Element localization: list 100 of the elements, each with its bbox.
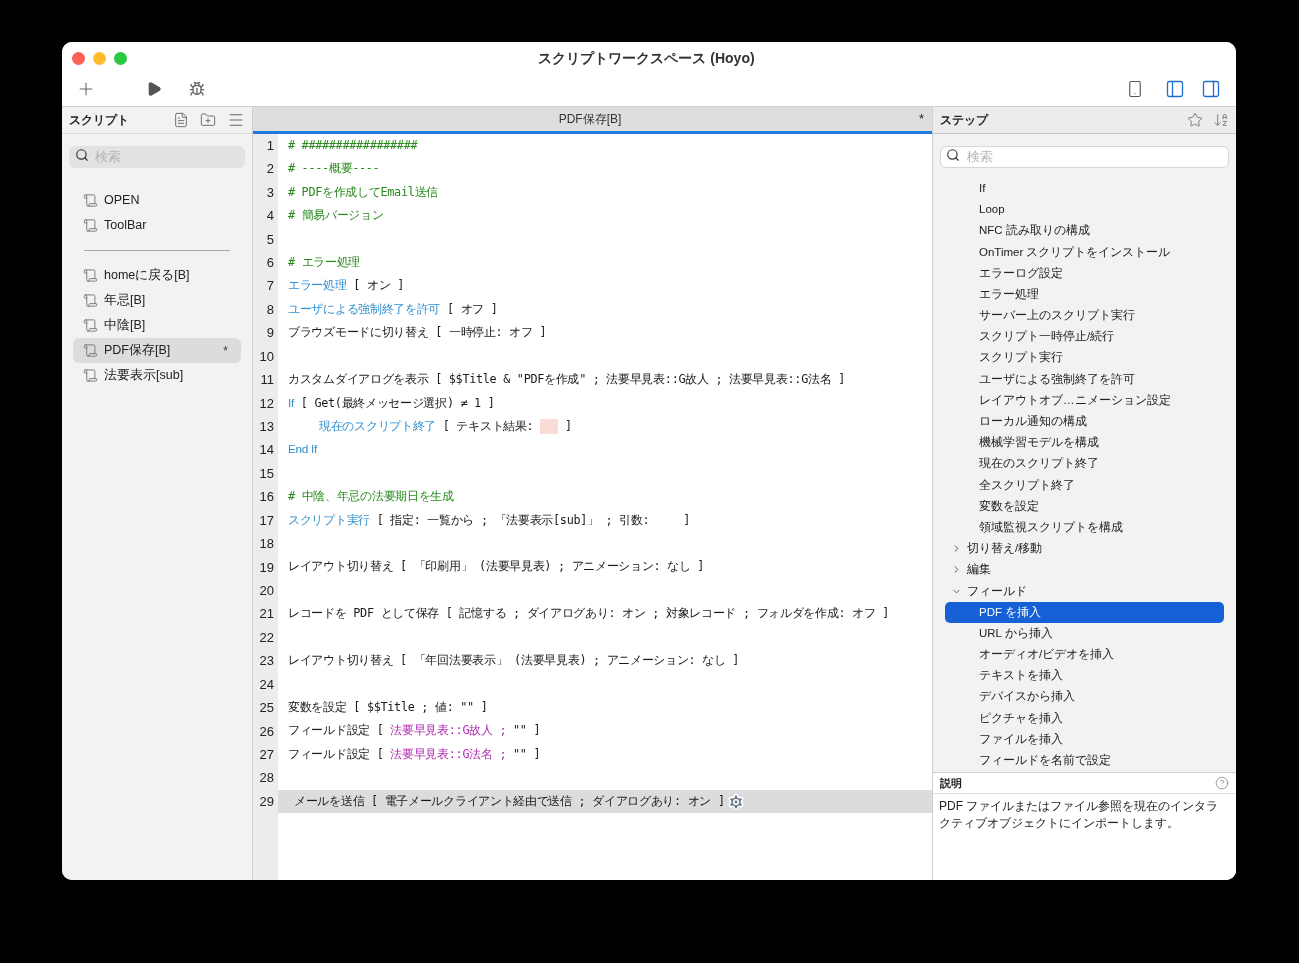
script-item[interactable]: OPEN (73, 188, 241, 213)
search-field[interactable]: 検索 (940, 145, 1229, 168)
line-number: 26 (258, 722, 275, 741)
line-number: 25 (258, 699, 275, 718)
step-item[interactable]: ユーザによる強制終了を許可 (945, 368, 1224, 390)
code-line: 変数を設定 [ $$Title ; 値: "" ] (288, 699, 488, 716)
line-number: 19 (258, 558, 275, 577)
line-number: 5 (265, 230, 275, 249)
step-item[interactable]: スクリプト実行 (945, 347, 1224, 369)
script-icon (83, 268, 98, 283)
step-item[interactable]: エラー処理 (945, 283, 1224, 306)
code-line: レコードを PDF として保存 [ 記憶する ; ダイアログあり: オン ; 対象レコード ; フォルダを作成: オフ ] (288, 605, 890, 623)
script-item[interactable]: 中陰[B] (73, 313, 241, 338)
code-line: # 簡易バージョン (288, 207, 384, 225)
selected-code-row[interactable]: メールを送信 [ 電子メールクライアント経由で送信 ; ダイアログあり: オン ] (278, 789, 932, 814)
menu-icon[interactable] (227, 111, 245, 129)
step-item[interactable]: テキストを挿入 (945, 665, 1224, 687)
step-item[interactable]: ローカル通知の構成 (945, 411, 1224, 433)
step-item[interactable]: URL から挿入 (945, 622, 1224, 645)
script-icon (83, 318, 98, 333)
settings-icon[interactable] (726, 792, 745, 811)
step-item[interactable]: フィールドを名前で設定 (945, 750, 1224, 772)
right-panel-icon[interactable] (1200, 79, 1222, 99)
line-number: 1 (265, 136, 275, 155)
line-number: 17 (258, 511, 275, 530)
editor-tab[interactable]: PDF保存[B] * (253, 107, 932, 134)
step-item[interactable]: スクリプト一時停止/続行 (945, 326, 1224, 348)
script-icon (83, 193, 98, 208)
left-panel-icon[interactable] (1164, 79, 1186, 99)
step-item[interactable]: ファイルを挿入 (945, 728, 1224, 751)
code-line: # PDFを作成してEmail送信 (288, 183, 438, 201)
line-number: 29 (258, 792, 275, 811)
line-number: 22 (258, 628, 275, 647)
code-line: フィールド設定 [ 法要早見表::G故人 ; "" ] (288, 722, 541, 740)
line-number: 21 (258, 605, 275, 624)
script-item[interactable]: 法要表示[sub] (73, 363, 241, 388)
step-group[interactable]: 切り替え/移動 (945, 538, 1224, 560)
step-item[interactable]: ピクチャを挿入 (945, 707, 1224, 729)
step-item[interactable]: 機械学習モデルを構成 (945, 432, 1224, 454)
bug-icon[interactable] (189, 81, 205, 97)
code-line: # 中陰、年忌の法要期日を生成 (288, 488, 454, 506)
search-icon (946, 148, 960, 162)
help-icon[interactable] (1215, 776, 1229, 790)
line-number: 6 (265, 254, 275, 273)
panel-title: ステップ (940, 112, 990, 129)
step-item[interactable]: 変数を設定 (945, 495, 1224, 517)
line-number: 20 (258, 581, 275, 600)
line-number: 28 (258, 769, 275, 788)
script-item[interactable]: ToolBar (73, 213, 241, 238)
script-icon (83, 218, 98, 233)
close-button[interactable] (72, 51, 85, 65)
line-number: 7 (265, 277, 275, 296)
step-item[interactable]: サーバー上のスクリプト実行 (945, 305, 1224, 327)
phone-icon[interactable] (1126, 79, 1144, 99)
step-item[interactable]: 全スクリプト終了 (945, 474, 1224, 496)
script-item[interactable]: 年忌[B] (73, 288, 241, 313)
code-line: レイアウト切り替え [ 「年回法要表示」 (法要早見表) ; アニメーション: なし ] (288, 652, 740, 670)
star-icon[interactable] (1187, 112, 1203, 128)
step-item[interactable]: OnTimer スクリプトをインストール (945, 241, 1224, 263)
script-icon (83, 293, 98, 308)
line-number: 23 (258, 652, 275, 671)
line-number: 18 (258, 535, 275, 554)
step-item[interactable]: PDF を挿入 (945, 601, 1224, 623)
step-item[interactable]: If (945, 178, 1224, 200)
panel-title: スクリプト (69, 112, 130, 129)
code-line: If [ Get(最終メッセージ選択) ≠ 1 ] (288, 394, 495, 412)
step-item[interactable]: レイアウトオブ…ニメーション設定 (945, 389, 1224, 412)
script-icon (83, 368, 98, 383)
folder-add-icon[interactable] (200, 112, 216, 128)
step-item[interactable]: 現在のスクリプト終了 (945, 453, 1224, 475)
script-item[interactable]: PDF保存[B] * (73, 338, 241, 363)
step-group[interactable]: フィールド (945, 580, 1224, 602)
step-item[interactable]: Loop (945, 199, 1224, 221)
code-line: スクリプト実行 [ 指定: 一覧から ; 「法要表示[sub]」 ; 引数: ] (288, 511, 691, 529)
step-item[interactable]: オーディオ/ビデオを挿入 (945, 644, 1224, 666)
minimize-button[interactable] (93, 51, 106, 65)
code-line: フィールド設定 [ 法要早見表::G法名 ; "" ] (288, 745, 541, 763)
line-number: 10 (258, 347, 275, 366)
code-line: メールを送信 [ 電子メールクライアント経由で送信 ; ダイアログあり: オン ] (294, 792, 725, 810)
description-title: 説明 (940, 775, 963, 791)
code-line: # ----概要---- (288, 160, 380, 178)
step-item[interactable]: エラーログ設定 (945, 262, 1224, 284)
code-line: ユーザによる強制終了を許可 [ オフ ] (288, 300, 498, 318)
step-item[interactable]: NFC 読み取りの構成 (945, 220, 1224, 242)
code-line: # ################# (288, 136, 418, 154)
line-number: 15 (258, 464, 275, 483)
line-number: 4 (265, 207, 275, 226)
play-icon[interactable] (146, 80, 162, 98)
line-number: 27 (258, 745, 275, 764)
line-number: 9 (265, 324, 275, 343)
step-item[interactable]: デバイスから挿入 (945, 686, 1224, 708)
zoom-button[interactable] (114, 51, 127, 65)
script-item[interactable]: homeに戻る[B] (73, 263, 241, 288)
step-group[interactable]: 編集 (945, 559, 1224, 581)
document-icon[interactable] (173, 112, 189, 128)
code-line: レイアウト切り替え [ 「印刷用」 (法要早見表) ; アニメーション: なし ] (288, 558, 705, 576)
step-item[interactable]: 領域監視スクリプトを構成 (945, 517, 1224, 539)
code-line: ブラウズモードに切り替え [ 一時停止: オフ ] (288, 324, 547, 342)
code-line: 現在のスクリプト終了 [ テキスト結果: ] (319, 417, 572, 436)
sort-icon[interactable] (1213, 112, 1229, 128)
